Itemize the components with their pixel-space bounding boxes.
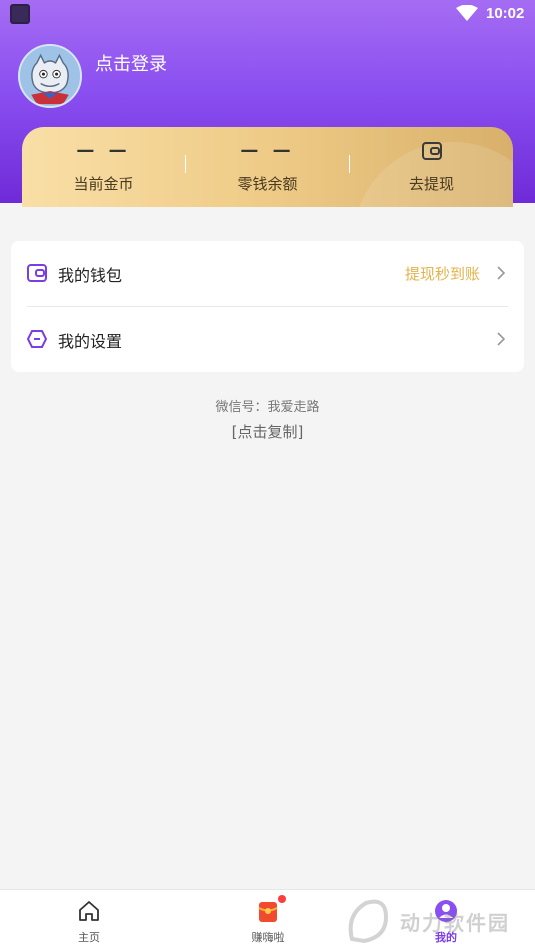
wechat-id-text: 微信号：我爱走路 — [215, 400, 320, 415]
my-wallet-row[interactable]: 我的钱包 提现秒到账 — [11, 241, 524, 306]
balance-stat[interactable]: — — 零钱余额 — [186, 127, 349, 203]
copy-wechat-button[interactable]: [点击复制] — [0, 421, 535, 442]
coin-label: 当前金币 — [73, 175, 134, 193]
red-envelope-icon — [258, 902, 278, 922]
nav-earn[interactable]: 赚嗨啦 — [208, 890, 328, 951]
app-notification-icon — [10, 4, 30, 24]
status-time: 10:02 — [486, 5, 525, 22]
withdraw-button[interactable]: 去提现 — [350, 127, 513, 203]
wifi-icon — [456, 5, 478, 21]
chevron-right-icon — [497, 332, 506, 346]
withdraw-label: 去提现 — [408, 175, 454, 193]
coin-value: — — — [76, 140, 131, 161]
my-wallet-label: 我的钱包 — [58, 266, 123, 285]
menu-card: 我的钱包 提现秒到账 我的设置 — [11, 241, 524, 372]
nav-earn-label: 赚嗨啦 — [251, 931, 285, 944]
nav-home[interactable]: 主页 — [29, 890, 149, 951]
watermark-logo-icon — [348, 899, 389, 944]
wallet-icon — [27, 264, 47, 282]
watermark: 动力软件园 — [340, 893, 535, 949]
balance-value: — — — [240, 140, 295, 161]
rhino-mascot-icon — [20, 46, 80, 106]
settings-hexagon-icon — [27, 330, 47, 348]
balance-label: 零钱余额 — [237, 175, 298, 193]
withdraw-promo-text: 提现秒到账 — [404, 265, 480, 283]
notification-badge — [278, 895, 286, 903]
my-settings-label: 我的设置 — [58, 332, 123, 351]
home-icon — [79, 901, 99, 921]
my-settings-row[interactable]: 我的设置 — [11, 307, 524, 372]
coin-stat[interactable]: — — 当前金币 — [22, 127, 185, 203]
watermark-text: 动力软件园 — [400, 911, 510, 935]
avatar[interactable] — [18, 44, 82, 108]
chevron-right-icon — [497, 266, 506, 280]
wallet-icon — [422, 142, 442, 160]
asset-summary-card: — — 当前金币 — — 零钱余额 去提现 — [22, 127, 513, 207]
login-link[interactable]: 点击登录 — [95, 50, 167, 76]
nav-home-label: 主页 — [78, 931, 100, 944]
status-bar: 10:02 — [0, 0, 535, 28]
